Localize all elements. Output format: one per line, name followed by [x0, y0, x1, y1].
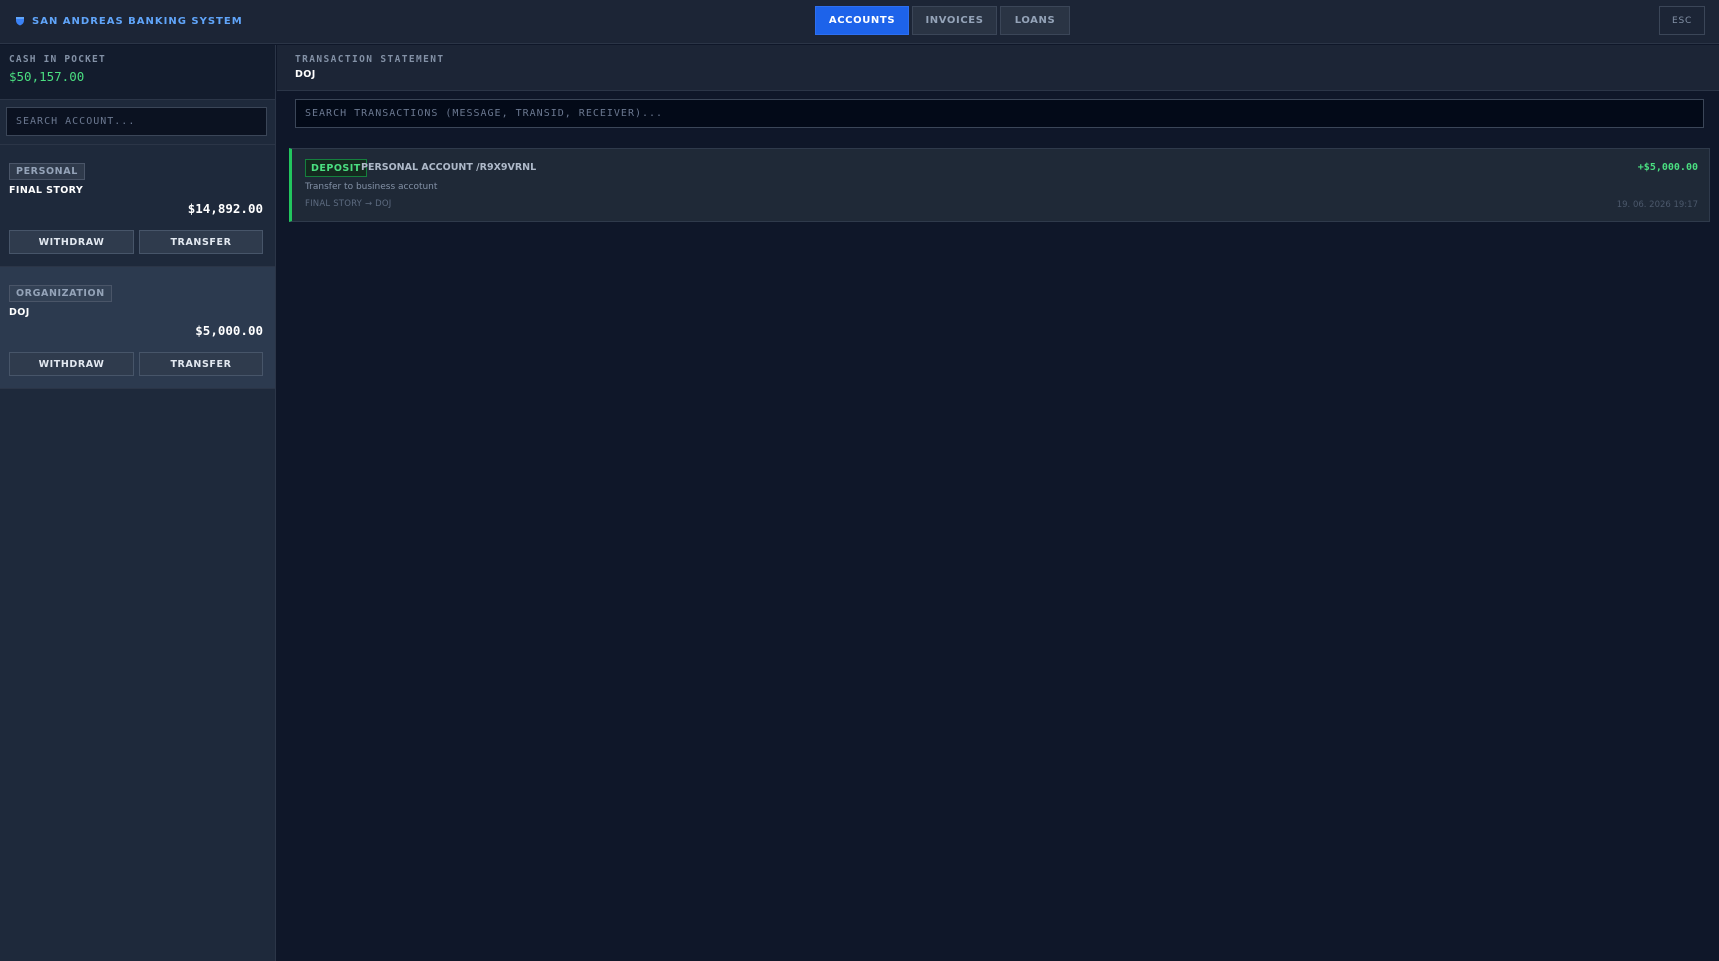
- top-bar: SAN ANDREAS BANKING SYSTEM ACCOUNTS INVO…: [0, 0, 1719, 44]
- account-card-personal[interactable]: PERSONAL FINAL STORY $14,892.00 WITHDRAW…: [0, 145, 275, 267]
- account-search-wrap: [0, 100, 275, 145]
- account-actions: WITHDRAW TRANSFER: [9, 230, 263, 254]
- tab-invoices[interactable]: INVOICES: [912, 6, 997, 35]
- account-type-badge: ORGANIZATION: [9, 285, 112, 302]
- account-type-badge: PERSONAL: [9, 163, 85, 180]
- cash-label: CASH IN POCKET: [9, 54, 106, 65]
- withdraw-button[interactable]: WITHDRAW: [9, 352, 134, 376]
- tab-loans[interactable]: LOANS: [1000, 6, 1070, 35]
- transaction-amount: +$5,000.00: [1637, 162, 1698, 173]
- account-name: FINAL STORY: [9, 185, 84, 196]
- transaction-parties: FINAL STORY → DOJ: [305, 199, 392, 209]
- shield-icon: [16, 17, 24, 26]
- app-title: SAN ANDREAS BANKING SYSTEM: [32, 15, 243, 27]
- transfer-button[interactable]: TRANSFER: [139, 230, 263, 254]
- cash-value: $50,157.00: [9, 69, 85, 84]
- brand: SAN ANDREAS BANKING SYSTEM: [15, 14, 243, 28]
- statement-title: TRANSACTION STATEMENT: [295, 54, 445, 65]
- account-balance: $14,892.00: [187, 201, 263, 216]
- statement-header: TRANSACTION STATEMENT DOJ: [277, 45, 1719, 91]
- main-tabs: ACCOUNTS INVOICES LOANS: [815, 6, 1070, 35]
- withdraw-button[interactable]: WITHDRAW: [9, 230, 134, 254]
- account-balance: $5,000.00: [195, 323, 263, 338]
- statement-account: DOJ: [295, 69, 316, 80]
- account-actions: WITHDRAW TRANSFER: [9, 352, 263, 376]
- esc-button[interactable]: ESC: [1659, 6, 1705, 35]
- cash-panel: CASH IN POCKET $50,157.00: [0, 45, 275, 100]
- transaction-search-input[interactable]: [295, 99, 1704, 128]
- sidebar: CASH IN POCKET $50,157.00 PERSONAL FINAL…: [0, 45, 276, 961]
- account-card-organization[interactable]: ORGANIZATION DOJ $5,000.00 WITHDRAW TRAN…: [0, 267, 275, 389]
- transaction-account: PERSONAL ACCOUNT /R9X9VRNL: [361, 162, 537, 173]
- main-panel: TRANSACTION STATEMENT DOJ DEPOSIT PERSON…: [277, 45, 1719, 961]
- transaction-type-badge: DEPOSIT: [305, 159, 367, 177]
- tab-accounts[interactable]: ACCOUNTS: [815, 6, 909, 35]
- transaction-row[interactable]: DEPOSIT PERSONAL ACCOUNT /R9X9VRNL +$5,0…: [289, 148, 1710, 222]
- transaction-message: Transfer to business accotunt: [305, 182, 438, 192]
- account-name: DOJ: [9, 307, 30, 318]
- transfer-button[interactable]: TRANSFER: [139, 352, 263, 376]
- account-search-input[interactable]: [6, 107, 267, 136]
- transaction-date: 19. 06. 2026 19:17: [1616, 200, 1698, 210]
